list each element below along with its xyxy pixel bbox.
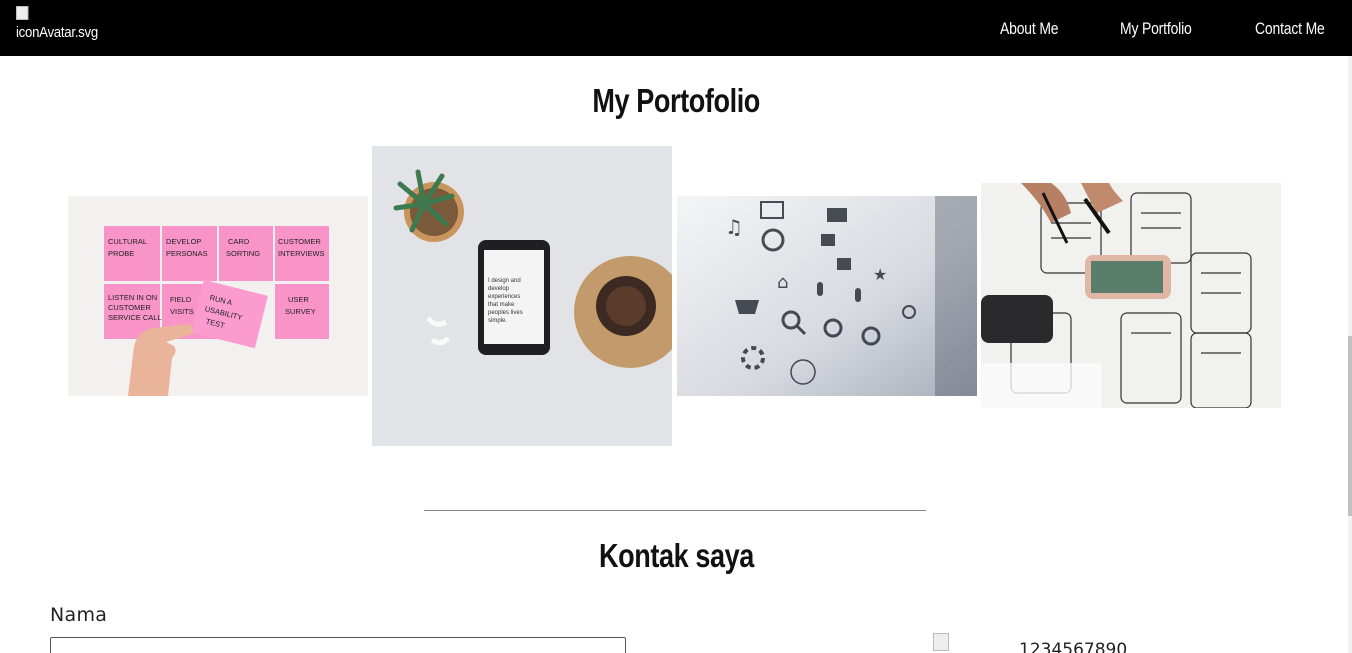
phone-icon — [933, 633, 949, 651]
svg-text:SERVICE CALLS: SERVICE CALLS — [108, 313, 167, 322]
svg-text:VISITS: VISITS — [170, 307, 194, 316]
svg-text:⌂: ⌂ — [777, 272, 788, 293]
section-divider — [424, 510, 926, 511]
svg-text:♫: ♫ — [725, 215, 743, 239]
avatar-alt-text: iconAvatar.svg — [16, 24, 98, 41]
svg-text:CULTURAL: CULTURAL — [108, 237, 147, 246]
svg-text:CUSTOMER: CUSTOMER — [278, 237, 321, 246]
svg-text:SURVEY: SURVEY — [285, 307, 316, 316]
svg-text:LISTEN IN ON: LISTEN IN ON — [108, 293, 157, 302]
svg-text:SORTING: SORTING — [226, 249, 260, 258]
nav-link-my-portfolio[interactable]: My Portfolio — [1120, 19, 1192, 39]
svg-text:simple.: simple. — [488, 318, 507, 324]
scrollbar-thumb[interactable] — [1348, 336, 1352, 516]
svg-text:CUSTOMER: CUSTOMER — [108, 303, 151, 312]
sticky-notes-illustration: CULTURAL PROBE DEVELOP PERSONAS CARD SORTIN… — [68, 196, 368, 396]
svg-text:that make: that make — [488, 302, 515, 308]
svg-text:FIELD: FIELD — [170, 295, 192, 304]
wireframe-sketch-illustration — [981, 183, 1281, 408]
svg-text:USER: USER — [288, 295, 309, 304]
icon-grid-illustration: ♫ ⌂ ★ — [677, 196, 977, 396]
portfolio-title: My Portofolio — [0, 82, 1352, 120]
navbar: iconAvatar.svg About Me My Portfolio Con… — [0, 0, 1352, 56]
portfolio-image-wireframe-sketch[interactable] — [981, 183, 1281, 408]
contact-title-text: Kontak saya — [598, 537, 754, 574]
portfolio-image-sticky-notes[interactable]: CULTURAL PROBE DEVELOP PERSONAS CARD SORTIN… — [68, 196, 368, 396]
portfolio-title-text: My Portofolio — [592, 82, 760, 119]
svg-text:develop: develop — [488, 286, 510, 292]
nav-link-contact-me[interactable]: Contact Me — [1255, 19, 1325, 39]
contact-title: Kontak saya — [0, 537, 1352, 575]
svg-text:experiences: experiences — [488, 294, 520, 300]
name-label: Nama — [50, 604, 108, 626]
broken-image-icon — [16, 6, 29, 20]
name-input[interactable] — [50, 637, 626, 653]
svg-text:peoples lives: peoples lives — [488, 310, 523, 316]
svg-text:DEVELOP: DEVELOP — [166, 237, 201, 246]
portfolio-image-phone-desk[interactable]: I design and develop experiences that ma… — [372, 146, 672, 446]
svg-text:PROBE: PROBE — [108, 249, 134, 258]
phone-desk-illustration: I design and develop experiences that ma… — [372, 146, 672, 446]
svg-text:CARD: CARD — [228, 237, 250, 246]
contact-phone: 1234567890 — [933, 633, 1153, 653]
avatar[interactable]: iconAvatar.svg — [16, 6, 104, 46]
svg-text:I design and: I design and — [488, 278, 521, 284]
phone-number: 1234567890 — [1019, 640, 1128, 653]
svg-text:INTERVIEWS: INTERVIEWS — [278, 249, 325, 258]
svg-text:★: ★ — [873, 265, 887, 284]
nav-link-about-me[interactable]: About Me — [1000, 19, 1059, 39]
portfolio-image-icon-grid[interactable]: ♫ ⌂ ★ — [677, 196, 977, 396]
svg-text:PERSONAS: PERSONAS — [166, 249, 208, 258]
